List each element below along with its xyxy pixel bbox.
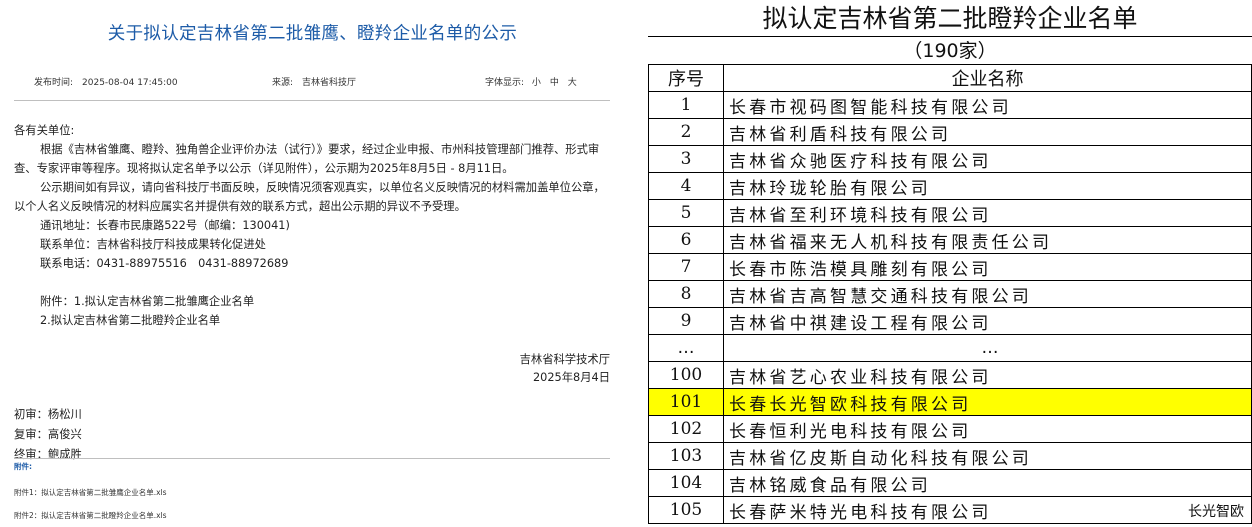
header-divider <box>14 100 610 101</box>
row-company-name: 吉林省众驰医疗科技有限公司 <box>723 145 1252 173</box>
signature: 吉林省科学技术厅 2025年8月4日 <box>520 351 610 387</box>
address: 通讯地址：长春市民康路522号（邮编：130041) <box>40 219 290 232</box>
table-row: 6 吉林省福来无人机科技有限责任公司 <box>648 226 1252 254</box>
row-company-name: 吉林省亿皮斯自动化科技有限公司 <box>723 442 1252 470</box>
reviewers: 初审：杨松川 复审：高俊兴 终审：鲍成胜 <box>14 405 82 465</box>
row-seq: … <box>648 334 724 362</box>
row-seq: 6 <box>648 226 724 254</box>
attachment-file-1[interactable]: 附件1：拟认定吉林省第二批雏鹰企业名单.xls <box>14 481 610 504</box>
table-row: 2 吉林省利盾科技有限公司 <box>648 118 1252 146</box>
reviewer-first: 初审：杨松川 <box>14 408 82 421</box>
attachment-line-2: 2.拟认定吉林省第二批瞪羚企业名单 <box>40 314 221 327</box>
row-company-name: 吉林省至利环境科技有限公司 <box>723 199 1252 227</box>
row-seq: 102 <box>648 415 724 443</box>
contact-phone: 联系电话：0431-88975516 0431-88972689 <box>40 257 289 270</box>
table-row: 104 吉林铭威食品有限公司 <box>648 469 1252 497</box>
source: 来源: 吉林省科技厅 <box>272 78 357 88</box>
row-company-name: 吉林省利盾科技有限公司 <box>723 118 1252 146</box>
table-row: 9 吉林省中祺建设工程有限公司 <box>648 307 1252 335</box>
page-title: 关于拟认定吉林省第二批雏鹰、瞪羚企业名单的公示 <box>107 24 518 44</box>
publish-time: 发布时间: 2025-08-04 17:45:00 <box>34 78 178 88</box>
row-seq: 8 <box>648 280 724 308</box>
signature-date: 2025年8月4日 <box>532 371 610 384</box>
paragraph-1: 根据《吉林省雏鹰、瞪羚、独角兽企业评价办法（试行）》要求，经过企业申报、市州科技… <box>14 143 600 175</box>
table-row: 101 长春长光智欧科技有限公司 <box>648 388 1252 416</box>
font-medium-button[interactable]: 中 <box>550 78 559 88</box>
table-row: 3 吉林省众驰医疗科技有限公司 <box>648 145 1252 173</box>
row-company-name: 吉林省吉高智慧交通科技有限公司 <box>723 280 1252 308</box>
watermark: 长光智欧 <box>1186 501 1246 521</box>
row-seq: 3 <box>648 145 724 173</box>
row-seq: 7 <box>648 253 724 281</box>
table-row: 1 长春市视码图智能科技有限公司 <box>648 91 1252 119</box>
greeting: 各有关单位: <box>14 124 75 137</box>
table-count: （190家） <box>648 36 1252 65</box>
row-company-name: 吉林省艺心农业科技有限公司 <box>723 361 1252 389</box>
row-company-name: 吉林玲珑轮胎有限公司 <box>723 172 1252 200</box>
row-seq: 103 <box>648 442 724 470</box>
table-row: 7 长春市陈浩模具雕刻有限公司 <box>648 253 1252 281</box>
table-row: 105 长春萨米特光电科技有限公司 <box>648 496 1252 524</box>
row-seq: 101 <box>648 388 724 416</box>
table-header-row: 序号 企业名称 <box>648 64 1252 92</box>
row-seq: 105 <box>648 496 724 524</box>
attachments: 附件: 附件1：拟认定吉林省第二批雏鹰企业名单.xls 附件2：拟认定吉林省第二… <box>14 461 610 527</box>
contact-unit: 联系单位：吉林省科技厅科技成果转化促进处 <box>40 238 266 251</box>
table-row: 100 吉林省艺心农业科技有限公司 <box>648 361 1252 389</box>
reviewer-second: 复审：高俊兴 <box>14 428 82 441</box>
row-company-name: 长春市视码图智能科技有限公司 <box>723 91 1252 119</box>
row-seq: 104 <box>648 469 724 497</box>
row-seq: 100 <box>648 361 724 389</box>
table-row: 5 吉林省至利环境科技有限公司 <box>648 199 1252 227</box>
header-seq: 序号 <box>648 64 724 92</box>
signature-org: 吉林省科学技术厅 <box>519 353 610 366</box>
row-company-name: 吉林省福来无人机科技有限责任公司 <box>723 226 1252 254</box>
company-table: 序号 企业名称 1 长春市视码图智能科技有限公司 2 吉林省利盾科技有限公司 3 吉林省众… <box>648 64 1252 524</box>
paragraph-2: 公示期间如有异议，请向省科技厅书面反映，反映情况须客观真实，以单位名义反映情况的… <box>14 181 605 213</box>
row-seq: 9 <box>648 307 724 335</box>
attachment-line-1: 附件：1.拟认定吉林省第二批雏鹰企业名单 <box>40 295 255 308</box>
attachments-label: 附件: <box>14 462 32 471</box>
font-small-button[interactable]: 小 <box>532 78 541 88</box>
table-row: 8 吉林省吉高智慧交通科技有限公司 <box>648 280 1252 308</box>
row-company-name: … <box>723 334 1252 362</box>
announcement-panel: 关于拟认定吉林省第二批雏鹰、瞪羚企业名单的公示 发布时间: 2025-08-04… <box>0 0 640 524</box>
row-company-name: 长春萨米特光电科技有限公司 <box>723 496 1252 524</box>
font-size-label: 字体显示: <box>485 78 525 88</box>
announcement-body: 各有关单位: 根据《吉林省雏鹰、瞪羚、独角兽企业评价办法（试行）》要求，经过企业… <box>14 121 614 330</box>
row-company-name: 吉林铭威食品有限公司 <box>723 469 1252 497</box>
row-seq: 4 <box>648 172 724 200</box>
row-company-name: 吉林省中祺建设工程有限公司 <box>723 307 1252 335</box>
row-seq: 2 <box>648 118 724 146</box>
attachments-divider <box>14 458 610 459</box>
row-seq: 1 <box>648 91 724 119</box>
company-table-image: 拟认定吉林省第二批瞪羚企业名单 （190家） 序号 企业名称 1 长春市视码图智能… <box>648 0 1252 524</box>
table-row: 103 吉林省亿皮斯自动化科技有限公司 <box>648 442 1252 470</box>
row-company-name: 长春长光智欧科技有限公司 <box>723 388 1252 416</box>
header-name: 企业名称 <box>723 64 1252 92</box>
table-row: …… <box>648 334 1252 362</box>
font-large-button[interactable]: 大 <box>568 78 577 88</box>
table-title: 拟认定吉林省第二批瞪羚企业名单 <box>762 4 1138 33</box>
font-size-control: 字体显示: 小 中 大 <box>485 75 580 88</box>
table-row: 4 吉林玲珑轮胎有限公司 <box>648 172 1252 200</box>
table-row: 102 长春恒利光电科技有限公司 <box>648 415 1252 443</box>
row-seq: 5 <box>648 199 724 227</box>
row-company-name: 长春市陈浩模具雕刻有限公司 <box>723 253 1252 281</box>
row-company-name: 长春恒利光电科技有限公司 <box>723 415 1252 443</box>
